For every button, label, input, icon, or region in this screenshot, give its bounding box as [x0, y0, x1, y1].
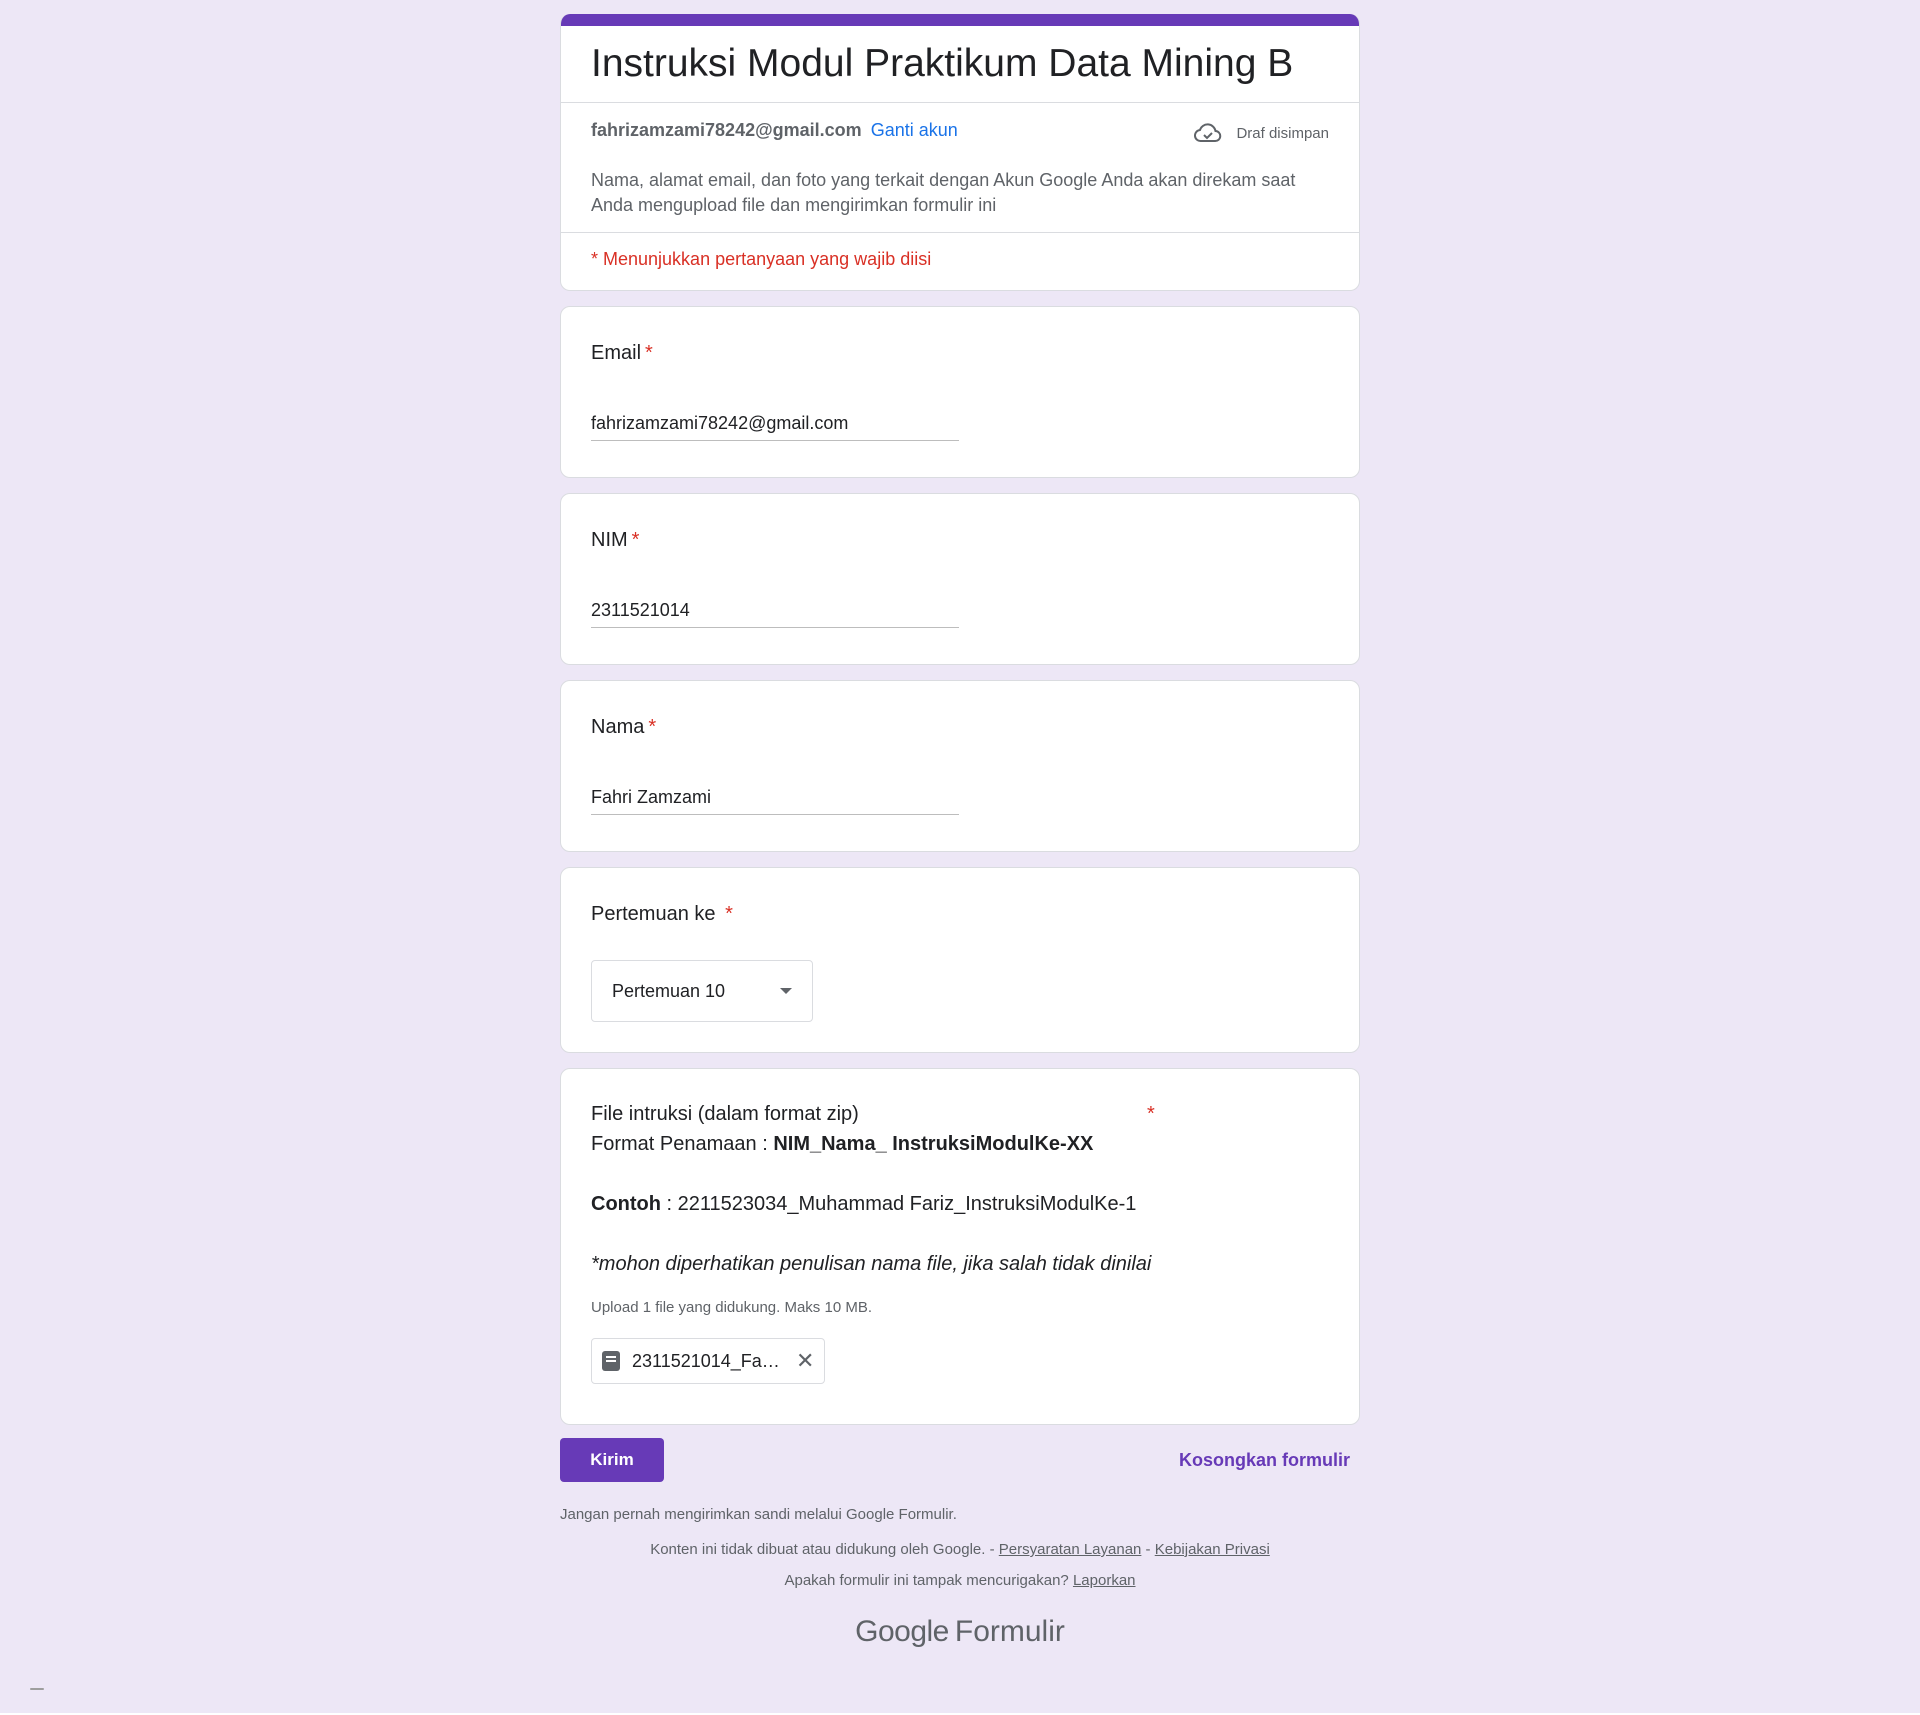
form-title: Instruksi Modul Praktikum Data Mining B [591, 42, 1294, 85]
question-label: Pertemuan ke [591, 903, 722, 925]
question-title: Nama * [591, 713, 1329, 741]
draft-status: Draf disimpan [1194, 122, 1329, 144]
question-nama: Nama * [560, 680, 1360, 852]
document-icon [602, 1351, 620, 1371]
naming-note: *mohon diperhatikan penulisan nama file,… [591, 1253, 1152, 1275]
submit-button[interactable]: Kirim [560, 1438, 664, 1482]
draft-status-label: Draf disimpan [1236, 124, 1329, 142]
required-asterisk: * [1147, 1103, 1155, 1125]
accent-bar [561, 14, 1359, 26]
question-title: File intruksi (dalam format zip) * [591, 1099, 1329, 1129]
required-note: * Menunjukkan pertanyaan yang wajib diis… [591, 249, 932, 269]
terms-link[interactable]: Persyaratan Layanan [999, 1541, 1142, 1558]
question-label: NIM [591, 529, 628, 551]
nim-input[interactable] [591, 594, 959, 628]
footer-report: Apakah formulir ini tampak mencurigakan?… [560, 1572, 1360, 1589]
brand-forms: Formulir [954, 1615, 1065, 1648]
naming-example: Contoh : 2211523034_Muhammad Fariz_Instr… [591, 1189, 1329, 1219]
separator: - [1141, 1541, 1155, 1558]
question-title: NIM * [591, 526, 1329, 554]
brand-google: Google [855, 1615, 949, 1648]
password-warning: Jangan pernah mengirimkan sandi melalui … [560, 1506, 957, 1523]
example-label: Contoh [591, 1193, 661, 1215]
question-label: Nama [591, 716, 645, 738]
privacy-link[interactable]: Kebijakan Privasi [1155, 1541, 1270, 1558]
form-container: Instruksi Modul Praktikum Data Mining B … [560, 14, 1360, 1649]
question-nim: NIM * [560, 493, 1360, 665]
account-email: fahrizamzami78242@gmail.com [591, 120, 862, 140]
required-asterisk: * [725, 903, 733, 925]
nama-input[interactable] [591, 781, 959, 815]
required-asterisk: * [631, 529, 640, 551]
privacy-note: Nama, alamat email, dan foto yang terkai… [591, 170, 1296, 215]
question-title: Pertemuan ke * [591, 900, 1329, 928]
close-icon[interactable]: ✕ [796, 1350, 814, 1372]
form-actions: Kirim Kosongkan formulir [560, 1438, 1360, 1482]
footer-disclaimer: Konten ini tidak dibuat atau didukung ol… [560, 1541, 1360, 1558]
uploaded-file-name: 2311521014_Fah... [632, 1350, 782, 1371]
question-file: File intruksi (dalam format zip) * Forma… [560, 1068, 1360, 1425]
report-text: Apakah formulir ini tampak mencurigakan? [784, 1572, 1073, 1589]
required-asterisk: * [648, 716, 657, 738]
upload-hint: Upload 1 file yang didukung. Maks 10 MB. [591, 1299, 872, 1316]
question-label: Email [591, 342, 642, 364]
naming-format: Format Penamaan : NIM_Nama_ InstruksiMod… [591, 1129, 1329, 1159]
google-forms-logo[interactable]: Google Formulir [560, 1615, 1360, 1649]
question-title: Email * [591, 339, 1329, 367]
form-header-card: Instruksi Modul Praktikum Data Mining B … [560, 14, 1360, 291]
dropdown-selected-value: Pertemuan 10 [612, 980, 726, 1001]
format-value: NIM_Nama_ InstruksiModulKe-XX [773, 1133, 1094, 1155]
cloud-check-icon [1194, 123, 1222, 142]
question-label: File intruksi (dalam format zip) [591, 1103, 859, 1125]
question-email: Email * [560, 306, 1360, 478]
uploaded-file-chip[interactable]: 2311521014_Fah... ✕ [591, 1338, 826, 1384]
disclaimer-text: Konten ini tidak dibuat atau didukung ol… [650, 1541, 999, 1558]
account-row: fahrizamzami78242@gmail.com Ganti akun D… [561, 103, 1359, 144]
scroll-indicator [30, 1688, 44, 1690]
report-link[interactable]: Laporkan [1073, 1572, 1136, 1589]
question-pertemuan: Pertemuan ke * Pertemuan 10 [560, 867, 1360, 1053]
example-value: : 2211523034_Muhammad Fariz_InstruksiMod… [660, 1193, 1137, 1215]
format-prefix: Format Penamaan : [591, 1133, 774, 1155]
required-asterisk: * [645, 342, 653, 364]
caret-down-icon [780, 988, 792, 994]
email-input[interactable] [591, 407, 959, 441]
pertemuan-dropdown[interactable]: Pertemuan 10 [591, 960, 813, 1022]
clear-form-button[interactable]: Kosongkan formulir [1179, 1450, 1350, 1471]
switch-account-link[interactable]: Ganti akun [871, 120, 958, 140]
